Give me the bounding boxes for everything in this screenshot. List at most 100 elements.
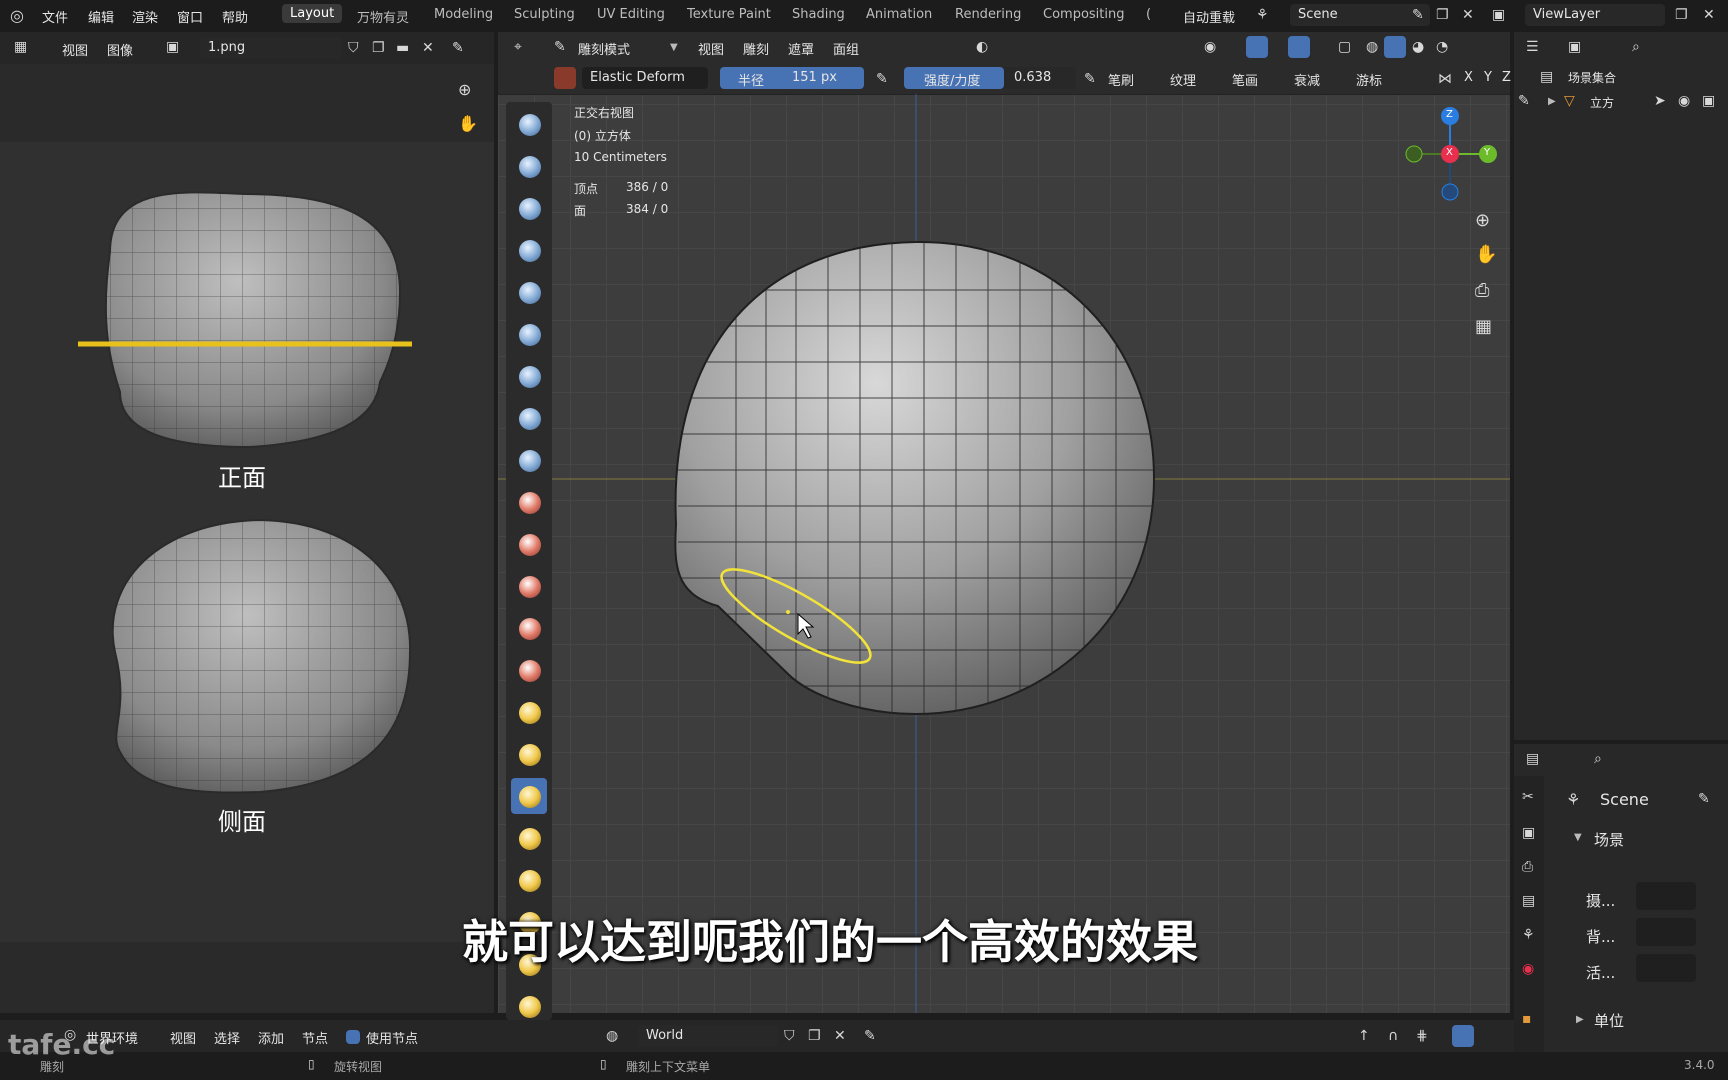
viewport-zoom-icon[interactable]: ⊕ bbox=[1475, 212, 1490, 230]
background-field[interactable] bbox=[1636, 918, 1696, 946]
viewlayer-selector[interactable]: ViewLayer bbox=[1525, 4, 1665, 26]
world-pin-icon[interactable]: ✎ bbox=[864, 1029, 876, 1043]
image-name-field[interactable]: 1.png bbox=[200, 37, 342, 59]
opt-texture[interactable]: 纹理 bbox=[1170, 70, 1196, 89]
node-menu-view[interactable]: 视图 bbox=[170, 1028, 196, 1047]
zoom-icon[interactable]: ⊕ bbox=[458, 82, 471, 98]
node-menu-node[interactable]: 节点 bbox=[302, 1028, 328, 1047]
tab-modeling[interactable]: Modeling bbox=[434, 7, 493, 22]
menu-edit[interactable]: 编辑 bbox=[88, 7, 114, 26]
tool-scrape[interactable] bbox=[511, 610, 547, 646]
xray-icon[interactable]: ▢ bbox=[1338, 40, 1351, 54]
vp-menu-view[interactable]: 视图 bbox=[698, 39, 724, 58]
tab-compositing[interactable]: Compositing bbox=[1043, 7, 1125, 22]
axis-y-toggle[interactable]: Y bbox=[1484, 70, 1492, 85]
menu-render[interactable]: 渲染 bbox=[132, 7, 158, 26]
radius-field[interactable]: 半径 151 px bbox=[720, 67, 864, 89]
tool-grab[interactable] bbox=[511, 736, 547, 772]
tool-draw[interactable] bbox=[511, 106, 547, 142]
visibility-icon[interactable]: ◉ bbox=[1204, 40, 1216, 54]
vp-menu-sculpt[interactable]: 雕刻 bbox=[743, 39, 769, 58]
properties-search-icon[interactable]: ⌕ bbox=[1594, 752, 1602, 766]
node-overlay-button[interactable] bbox=[1452, 1025, 1474, 1047]
tool-blob[interactable] bbox=[511, 400, 547, 436]
navigation-gizmo[interactable]: Z X Y bbox=[1400, 104, 1500, 204]
sculpt-mode-icon[interactable]: ✎ bbox=[554, 40, 566, 54]
scene-icon[interactable]: ⚘ bbox=[1256, 8, 1269, 22]
symmetry-icon[interactable]: ⋈ bbox=[1438, 72, 1452, 86]
active-clip-field[interactable] bbox=[1636, 954, 1696, 982]
tool-inflate[interactable] bbox=[511, 358, 547, 394]
snap-icon[interactable]: ∩ bbox=[1388, 1029, 1398, 1043]
fake-user-icon[interactable]: ⛉ bbox=[348, 41, 359, 55]
pin-icon[interactable]: ✎ bbox=[1412, 8, 1424, 22]
tab-animation[interactable]: Animation bbox=[866, 7, 932, 22]
expand-units-icon[interactable]: ▶ bbox=[1576, 1014, 1584, 1025]
blender-logo-icon[interactable]: ◎ bbox=[10, 8, 24, 24]
tab-sculpting[interactable]: Sculpting bbox=[514, 7, 575, 22]
viewlayer-icon[interactable]: ▣ bbox=[1492, 8, 1505, 22]
delete-scene-icon[interactable]: ✕ bbox=[1462, 8, 1474, 22]
menu-file[interactable]: 文件 bbox=[42, 7, 68, 26]
render-tab-icon[interactable]: ▣ bbox=[1522, 826, 1535, 840]
world-name-field[interactable]: World bbox=[638, 1025, 778, 1047]
world-duplicate-icon[interactable]: ❐ bbox=[808, 1029, 821, 1043]
opt-brush[interactable]: 笔刷 bbox=[1108, 70, 1134, 89]
strength-field[interactable]: 强度/力度 0.638 bbox=[904, 67, 1076, 89]
tool-pinch[interactable] bbox=[511, 694, 547, 730]
pin-props-icon[interactable]: ✎ bbox=[1698, 792, 1710, 806]
tab-more[interactable]: ( bbox=[1146, 7, 1151, 22]
opt-cursor[interactable]: 游标 bbox=[1356, 70, 1382, 89]
menu-window[interactable]: 窗口 bbox=[177, 7, 203, 26]
image-menu-view[interactable]: 视图 bbox=[62, 40, 88, 59]
tool-thumb[interactable] bbox=[511, 862, 547, 898]
scene-selector[interactable]: Scene bbox=[1290, 4, 1430, 26]
grid-toggle-icon[interactable]: ▦ bbox=[1475, 318, 1492, 336]
node-menu-select[interactable]: 选择 bbox=[214, 1028, 240, 1047]
tool-flatten[interactable] bbox=[511, 526, 547, 562]
expand-arrow-icon[interactable]: ▶ bbox=[1548, 96, 1556, 107]
world-fake-user-icon[interactable]: ⛉ bbox=[784, 1029, 795, 1043]
new-scene-icon[interactable]: ❐ bbox=[1436, 8, 1449, 22]
tool-fill[interactable] bbox=[511, 568, 547, 604]
tab-rendering[interactable]: Rendering bbox=[955, 7, 1021, 22]
tool-clay-thumb[interactable] bbox=[511, 274, 547, 310]
opt-stroke[interactable]: 笔画 bbox=[1232, 70, 1258, 89]
tab-layout[interactable]: Layout bbox=[282, 4, 343, 23]
section-scene[interactable]: 场景 bbox=[1594, 829, 1624, 850]
vp-menu-mask[interactable]: 遮罩 bbox=[788, 39, 814, 58]
tool-smooth[interactable] bbox=[511, 484, 547, 520]
world-unlink-icon[interactable]: ✕ bbox=[834, 1029, 846, 1043]
tool-draw-sharp[interactable] bbox=[511, 148, 547, 184]
properties-type-icon[interactable]: ▤ bbox=[1526, 752, 1539, 766]
outliner-search-icon[interactable]: ⌕ bbox=[1632, 40, 1640, 54]
delete-viewlayer-icon[interactable]: ✕ bbox=[1703, 8, 1715, 22]
autoreload-label[interactable]: 自动重载 bbox=[1183, 7, 1235, 26]
image-menu-image[interactable]: 图像 bbox=[107, 40, 133, 59]
world-tab-icon[interactable]: ◉ bbox=[1522, 962, 1534, 976]
tool-tab-icon[interactable]: ✂ bbox=[1522, 790, 1534, 804]
brush-name-field[interactable]: Elastic Deform bbox=[582, 67, 708, 89]
menu-help[interactable]: 帮助 bbox=[222, 7, 248, 26]
scene-collection-label[interactable]: 场景集合 bbox=[1568, 69, 1616, 86]
output-tab-icon[interactable]: ⎙ bbox=[1522, 860, 1533, 874]
render-camera-icon[interactable]: ▣ bbox=[1702, 94, 1715, 108]
tool-crease[interactable] bbox=[511, 442, 547, 478]
brush-icon[interactable] bbox=[554, 67, 576, 89]
collapse-scene-icon[interactable]: ▼ bbox=[1574, 832, 1582, 843]
viewlayer-tab-icon[interactable]: ▤ bbox=[1522, 894, 1535, 908]
camera-view-icon[interactable]: ⎙ bbox=[1475, 282, 1489, 300]
unlink-image-icon[interactable]: ✕ bbox=[422, 41, 434, 55]
viewport-pan-icon[interactable]: ✋ bbox=[1475, 246, 1497, 264]
tab-texture-paint[interactable]: Texture Paint bbox=[687, 7, 771, 22]
shading-rendered-icon[interactable]: ◔ bbox=[1436, 40, 1448, 54]
tab-wanwu[interactable]: 万物有灵 bbox=[357, 7, 409, 26]
edit-pen-icon[interactable]: ✎ bbox=[1518, 94, 1530, 108]
node-menu-add[interactable]: 添加 bbox=[258, 1028, 284, 1047]
strength-pen-icon[interactable]: ✎ bbox=[1084, 72, 1096, 86]
vp-menu-facesets[interactable]: 面组 bbox=[833, 39, 859, 58]
tool-clay[interactable] bbox=[511, 190, 547, 226]
tool-clay-strips[interactable] bbox=[511, 232, 547, 268]
select-arrow-icon[interactable]: ➤ bbox=[1654, 94, 1666, 108]
camera-field[interactable] bbox=[1636, 882, 1696, 910]
